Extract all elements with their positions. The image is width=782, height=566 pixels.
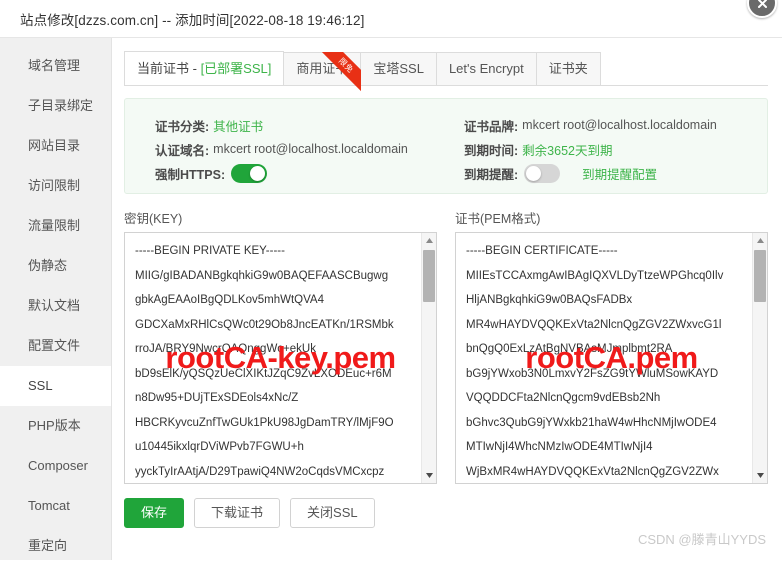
force-https-label: 强制HTTPS: xyxy=(155,167,226,182)
certificate-brand-label: 证书品牌: xyxy=(464,119,519,134)
key-textarea-content: -----BEGIN PRIVATE KEY----- MIIG/gIBADAN… xyxy=(125,233,436,483)
key-line: MIIG/gIBADANBgkqhkiG9w0BAQEFAASCBugwg xyxy=(135,269,389,282)
sidebar-item-ssl[interactable]: SSL xyxy=(0,366,111,406)
force-https-toggle[interactable] xyxy=(231,163,268,183)
sidebar-item-traffic-limit[interactable]: 流量限制 xyxy=(0,206,111,246)
certificate-category-row: 证书分类: 其他证书 xyxy=(155,113,446,137)
tab-lets-encrypt[interactable]: Let's Encrypt xyxy=(435,52,537,85)
certificate-scrollbar[interactable] xyxy=(752,233,767,483)
certificate-line: bG9jYWxob3N0LmxvY2FsZG9tYWluMSowKAYD xyxy=(466,367,719,380)
expiry-reminder-label: 到期提醒: xyxy=(464,167,519,182)
sidebar-item-config-file[interactable]: 配置文件 xyxy=(0,326,111,366)
key-line: GDCXaMxRHlCsQWc0t29Ob8JncEATKn/1RSMbk xyxy=(135,318,394,331)
sidebar-item-default-doc[interactable]: 默认文档 xyxy=(0,286,111,326)
certificate-domain-label: 认证域名: xyxy=(155,143,210,158)
certificate-scroll-down-icon[interactable] xyxy=(753,468,767,483)
certificate-expiry-row: 到期时间: 剩余3652天到期 xyxy=(464,137,767,161)
certificate-info-right: 证书品牌: mkcert root@localhost.localdomain … xyxy=(446,113,767,183)
certificate-domain-value: mkcert root@localhost.localdomain xyxy=(213,142,408,156)
certificate-label: 证书(PEM格式) xyxy=(455,212,541,226)
site-modify-dialog: 站点修改[dzzs.com.cn] -- 添加时间[2022-08-18 19:… xyxy=(0,0,782,560)
certificate-info-left: 证书分类: 其他证书 认证域名: mkcert root@localhost.l… xyxy=(125,113,446,183)
tab-bt-ssl[interactable]: 宝塔SSL xyxy=(360,52,437,85)
expiry-reminder-toggle[interactable] xyxy=(524,163,561,183)
tab-bt-ssl-label: 宝塔SSL xyxy=(373,61,424,76)
close-icon[interactable] xyxy=(747,0,777,18)
tab-current-certificate-status: [已部署SSL] xyxy=(200,61,272,76)
expiry-reminder-toggle-knob xyxy=(526,165,542,181)
key-line: u10445ikxlqrDViWPvb7FGWU+h xyxy=(135,441,304,453)
tab-certificate-folder[interactable]: 证书夹 xyxy=(535,52,601,85)
sidebar-item-domain-manage[interactable]: 域名管理 xyxy=(0,46,111,86)
certificate-domain-row: 认证域名: mkcert root@localhost.localdomain xyxy=(155,137,446,161)
certificate-expiry-label: 到期时间: xyxy=(464,143,519,158)
key-line: rroJA/BRY9NwcrQAQnggWc+ekUk xyxy=(135,343,316,355)
dialog-body: 域名管理 子目录绑定 网站目录 访问限制 流量限制 伪静态 默认文档 配置文件 … xyxy=(0,38,782,560)
ssl-tabs: 当前证书 - [已部署SSL] 商用证书 限免 宝塔SSL Let's Encr… xyxy=(124,51,768,92)
key-scrollbar[interactable] xyxy=(421,233,436,483)
certificate-scroll-up-icon[interactable] xyxy=(753,233,767,248)
dialog-titlebar: 站点修改[dzzs.com.cn] -- 添加时间[2022-08-18 19:… xyxy=(0,0,782,38)
key-scroll-down-icon[interactable] xyxy=(422,468,436,483)
key-line: gbkAgEAAoIBgQDLKov5mhWtQVA4 xyxy=(135,294,324,306)
sidebar-item-composer[interactable]: Composer xyxy=(0,446,111,486)
download-certificate-button[interactable]: 下载证书 xyxy=(194,498,281,528)
tab-certificate-folder-label: 证书夹 xyxy=(548,61,588,76)
sidebar-item-redirect[interactable]: 重定向 xyxy=(0,526,111,566)
certificate-textarea[interactable]: -----BEGIN CERTIFICATE----- MIIEsTCCAxmg… xyxy=(455,232,768,484)
certificate-brand-value: mkcert root@localhost.localdomain xyxy=(522,118,717,132)
force-https-toggle-knob xyxy=(250,165,266,181)
tab-lets-encrypt-label: Let's Encrypt xyxy=(448,61,524,76)
certificate-textarea-content: -----BEGIN CERTIFICATE----- MIIEsTCCAxmg… xyxy=(456,233,767,483)
expiry-reminder-config-link[interactable]: 到期提醒配置 xyxy=(582,164,657,183)
tab-current-certificate[interactable]: 当前证书 - [已部署SSL] xyxy=(124,51,285,85)
certificate-line: MTIwNjI4WhcNMzIwODE4MTIwNjI4 xyxy=(466,441,653,453)
sidebar-item-php-version[interactable]: PHP版本 xyxy=(0,406,111,446)
key-line: n8Dw95+DUjTExSDEols4xNc/Z xyxy=(135,392,299,404)
sidebar-item-rewrite[interactable]: 伪静态 xyxy=(0,246,111,286)
certificate-brand-row: 证书品牌: mkcert root@localhost.localdomain xyxy=(464,113,767,137)
certificate-line: WjBxMR4wHAYDVQQKExVta2NlcnQgZGV2ZWx xyxy=(466,465,719,478)
key-line: yyckTyIrAAtjA/D29TpawiQ4NW2oCqdsVMCxcpz xyxy=(135,465,385,478)
dialog-title: 站点修改[dzzs.com.cn] -- 添加时间[2022-08-18 19:… xyxy=(20,12,365,28)
certificate-editors: 密钥(KEY) -----BEGIN PRIVATE KEY----- MIIG… xyxy=(124,208,768,484)
expiry-reminder-row: 到期提醒: 到期提醒配置 xyxy=(464,161,767,185)
certificate-line: VQQDDCFta2NlcnQgcm9vdEBsb2Nh xyxy=(466,392,661,404)
key-label: 密钥(KEY) xyxy=(124,212,183,226)
certificate-line: -----BEGIN CERTIFICATE----- xyxy=(466,245,618,257)
key-line: -----BEGIN PRIVATE KEY----- xyxy=(135,245,285,257)
key-line: HBCRKyvcuZnfTwGUk1PkU98JgDamTRY/lMjF9O xyxy=(135,416,394,429)
key-textarea[interactable]: -----BEGIN PRIVATE KEY----- MIIG/gIBADAN… xyxy=(124,232,437,484)
certificate-column: 证书(PEM格式) -----BEGIN CERTIFICATE----- MI… xyxy=(455,208,768,484)
tab-commercial-certificate-label: 商用证书 xyxy=(296,61,349,76)
sidebar-item-tomcat[interactable]: Tomcat xyxy=(0,486,111,526)
certificate-line: HljANBgkqhkiG9w0BAQsFADBx xyxy=(466,294,633,306)
tab-commercial-certificate[interactable]: 商用证书 限免 xyxy=(283,52,362,92)
force-https-row: 强制HTTPS: xyxy=(155,161,446,185)
certificate-line: MIIEsTCCAxmgAwIBAgIQXVLDyTtzeWPGhcq0Ilv xyxy=(466,269,724,282)
certificate-line: MR4wHAYDVQQKExVta2NlcnQgZGV2ZWxvcG1l xyxy=(466,318,722,331)
sidebar-item-access-limit[interactable]: 访问限制 xyxy=(0,166,111,206)
tab-current-certificate-label: 当前证书 - xyxy=(137,61,201,76)
key-scrollbar-thumb[interactable] xyxy=(423,250,435,302)
sidebar-item-subdir-bind[interactable]: 子目录绑定 xyxy=(0,86,111,126)
save-button[interactable]: 保存 xyxy=(124,498,185,528)
certificate-category-label: 证书分类: xyxy=(155,119,210,134)
certificate-info-panel: 证书分类: 其他证书 认证域名: mkcert root@localhost.l… xyxy=(124,98,768,194)
certificate-expiry-value: 剩余3652天到期 xyxy=(522,143,613,158)
certificate-line: bGhvc3QubG9jYWxkb21haW4wHhcNMjIwODE4 xyxy=(466,416,717,429)
key-line: bD9sElK/yQSQzUeClXIKtJZqC9ZvLXODEuc+r6M xyxy=(135,367,392,380)
certificate-category-value: 其他证书 xyxy=(213,119,264,134)
csdn-watermark: CSDN @滕青山YYDS xyxy=(637,532,766,547)
ssl-panel: 当前证书 - [已部署SSL] 商用证书 限免 宝塔SSL Let's Encr… xyxy=(112,38,782,560)
action-buttons: 保存 下载证书 关闭SSL xyxy=(124,498,768,528)
key-column: 密钥(KEY) -----BEGIN PRIVATE KEY----- MIIG… xyxy=(124,208,437,484)
key-scroll-up-icon[interactable] xyxy=(422,233,436,248)
disable-ssl-button[interactable]: 关闭SSL xyxy=(290,498,375,528)
sidebar: 域名管理 子目录绑定 网站目录 访问限制 流量限制 伪静态 默认文档 配置文件 … xyxy=(0,38,112,560)
certificate-line: bnQgQ0ExLzAtBgNVBAsMJmplbmt2RA xyxy=(466,343,673,355)
certificate-scrollbar-thumb[interactable] xyxy=(754,250,766,302)
sidebar-item-site-directory[interactable]: 网站目录 xyxy=(0,126,111,166)
